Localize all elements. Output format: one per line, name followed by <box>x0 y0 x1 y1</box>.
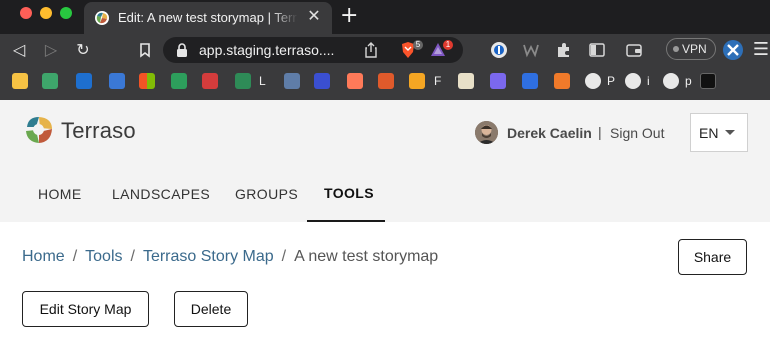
language-value: EN <box>699 125 719 141</box>
sign-out-link[interactable]: Sign Out <box>610 125 664 141</box>
forward-icon[interactable]: ▷ <box>42 41 60 59</box>
back-icon[interactable]: ◁ <box>10 41 28 59</box>
browser-titlebar: Edit: A new test storymap | Terraso ✕ + <box>0 0 770 34</box>
header-separator: | <box>598 124 602 140</box>
avatar-photo-icon <box>475 121 498 144</box>
nav-home[interactable]: HOME <box>38 186 82 202</box>
bookmark-l-app-icon[interactable] <box>235 73 251 89</box>
rewards-count-badge: 1 <box>443 40 453 50</box>
user-avatar <box>475 121 498 144</box>
wallet-icon[interactable] <box>625 41 643 59</box>
bookmark-arrow-icon[interactable] <box>554 73 570 89</box>
bookmark-microsoft-icon[interactable] <box>139 73 155 89</box>
delete-button[interactable]: Delete <box>174 291 248 327</box>
main-navigation: HOME LANDSCAPES GROUPS TOOLS <box>0 170 770 222</box>
nav-tools[interactable]: TOOLS <box>324 185 374 201</box>
bookmark-f-app-icon[interactable] <box>409 73 425 89</box>
share-page-icon[interactable] <box>363 41 379 59</box>
logo-text[interactable]: Terraso <box>61 118 136 144</box>
extensions-puzzle-icon[interactable] <box>555 41 573 59</box>
active-tab-indicator <box>307 220 385 222</box>
edit-story-map-button[interactable]: Edit Story Map <box>22 291 149 327</box>
bookmark-drive-icon[interactable] <box>171 73 187 89</box>
sidebar-toggle-icon[interactable] <box>588 41 606 59</box>
bookmark-pa-icon[interactable] <box>378 73 394 89</box>
terraso-favicon-icon <box>95 11 109 25</box>
bookmark-ofbiz-icon[interactable] <box>314 73 330 89</box>
vpn-status-dot <box>673 46 679 52</box>
breadcrumb-current: A new test storymap <box>294 248 439 265</box>
bookmark-github-icon[interactable] <box>663 73 679 89</box>
bookmark-label-p[interactable]: p <box>685 74 692 88</box>
site-header: Terraso Derek Caelin | Sign Out EN HOME … <box>0 100 770 222</box>
bookmark-outlook-icon[interactable] <box>76 73 92 89</box>
bookmark-pocket-icon[interactable] <box>522 73 538 89</box>
bookmark-label-f[interactable]: F <box>434 74 441 88</box>
bookmarks-bar: L F P i p <box>0 66 770 100</box>
user-name[interactable]: Derek Caelin <box>507 125 592 141</box>
password-manager-icon[interactable] <box>490 41 508 59</box>
bookmark-label-p[interactable]: P <box>607 74 615 88</box>
address-bar[interactable]: app.staging.terraso.... 5 1 <box>163 37 463 63</box>
bookmark-calendar-icon[interactable] <box>458 73 474 89</box>
breadcrumb-tools[interactable]: Tools <box>85 248 122 265</box>
share-button[interactable]: Share <box>678 239 747 275</box>
lock-icon <box>177 43 187 57</box>
browser-toolbar: ◁ ▷ ↻ app.staging.terraso.... 5 1 VPN ☰ <box>0 34 770 66</box>
tab-title: Edit: A new test storymap | Terraso <box>118 10 298 25</box>
wallet-w-icon[interactable] <box>522 41 540 59</box>
bookmark-icon[interactable] <box>136 41 154 59</box>
bookmark-github-icon[interactable] <box>625 73 641 89</box>
tab-close-icon[interactable]: ✕ <box>306 9 322 25</box>
vpn-label: VPN <box>682 42 707 56</box>
breadcrumb: Home / Tools / Terraso Story Map / A new test … <box>22 248 438 266</box>
nav-groups[interactable]: GROUPS <box>235 186 298 202</box>
window-close-button[interactable] <box>20 7 32 19</box>
bookmark-bubble-icon[interactable] <box>490 73 506 89</box>
url-text: app.staging.terraso.... <box>199 42 335 58</box>
bookmark-teams-icon[interactable] <box>109 73 125 89</box>
window-maximize-button[interactable] <box>60 7 72 19</box>
breadcrumb-separator: / <box>72 248 78 265</box>
shields-count-badge: 5 <box>413 40 423 50</box>
reload-icon[interactable]: ↻ <box>74 41 92 59</box>
profile-x-icon[interactable] <box>722 39 744 61</box>
caret-down-icon <box>725 130 735 135</box>
bookmark-hubspot-icon[interactable] <box>347 73 363 89</box>
breadcrumb-separator: / <box>281 248 287 265</box>
breadcrumb-separator: / <box>130 248 135 265</box>
terraso-logo-icon[interactable] <box>22 113 56 147</box>
menu-hamburger-icon[interactable]: ☰ <box>752 41 770 59</box>
bookmark-l-blue-icon[interactable] <box>284 73 300 89</box>
bookmark-sheets-icon[interactable] <box>42 73 58 89</box>
bookmark-label-i[interactable]: i <box>647 74 650 88</box>
bookmark-m-icon[interactable] <box>202 73 218 89</box>
breadcrumb-home[interactable]: Home <box>22 248 65 265</box>
bookmark-m-dark-icon[interactable] <box>700 73 716 89</box>
window-minimize-button[interactable] <box>40 7 52 19</box>
browser-tab-active[interactable]: Edit: A new test storymap | Terraso ✕ <box>84 2 332 34</box>
bookmark-label-l[interactable]: L <box>259 74 266 88</box>
vpn-button[interactable]: VPN <box>666 38 716 60</box>
nav-landscapes[interactable]: LANDSCAPES <box>112 186 210 202</box>
bookmark-github-icon[interactable] <box>585 73 601 89</box>
new-tab-icon[interactable]: + <box>340 5 358 27</box>
language-select[interactable]: EN <box>690 113 748 152</box>
bookmark-folder-icon[interactable] <box>12 73 28 89</box>
breadcrumb-story-map[interactable]: Terraso Story Map <box>143 248 274 265</box>
